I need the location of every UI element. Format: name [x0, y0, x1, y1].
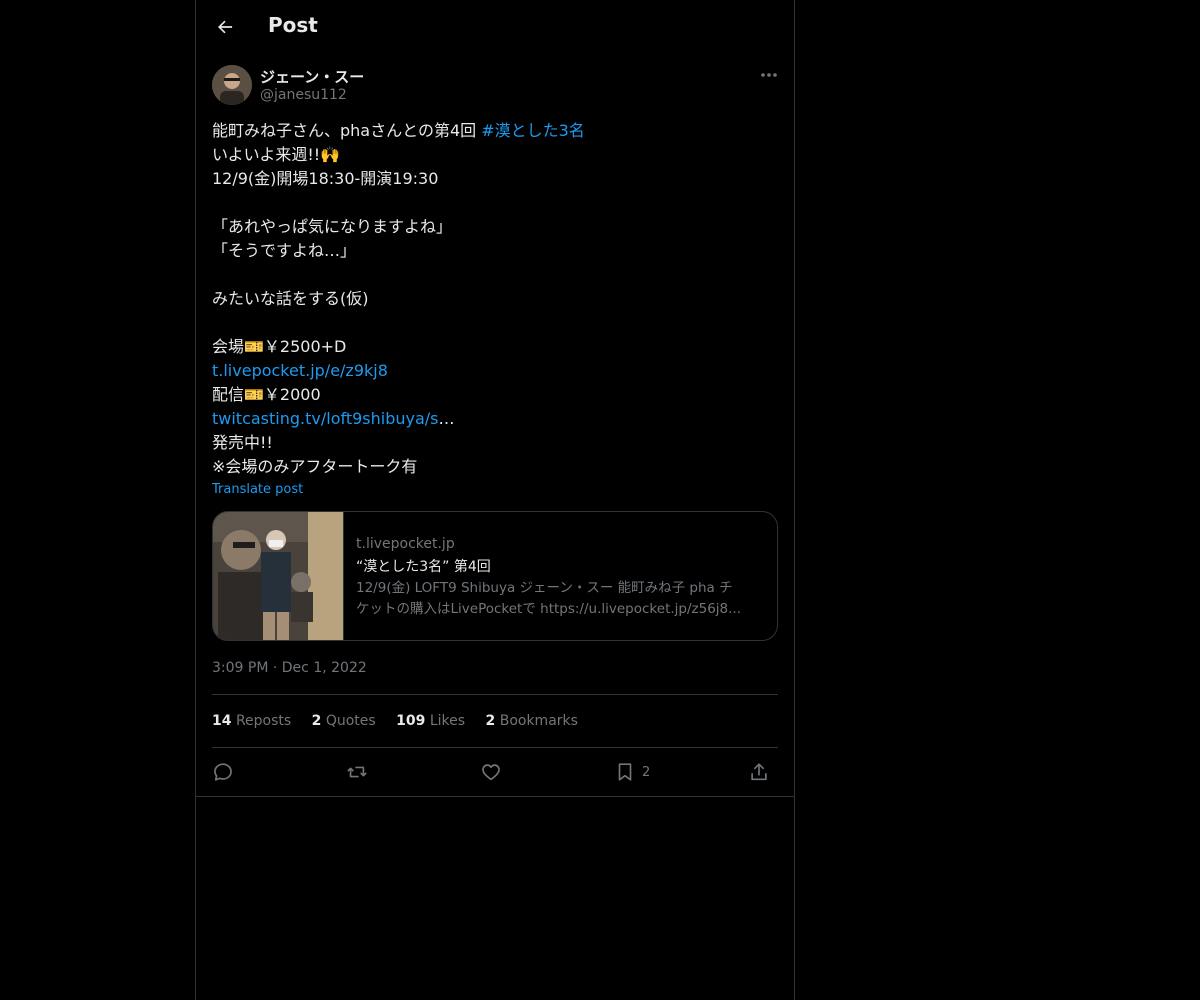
post-line: 会場🎫￥2500+D	[212, 337, 347, 356]
reposts-label: Reposts	[235, 713, 292, 729]
more-options-button[interactable]	[758, 64, 780, 86]
post-line: みたいな話をする(仮)	[212, 289, 369, 308]
divider	[212, 747, 778, 748]
repost-icon	[347, 766, 367, 778]
card-thumbnail	[213, 512, 344, 640]
hashtag-link[interactable]: #漠とした3名	[481, 121, 585, 140]
post-line: いよいよ来週!!🙌	[212, 145, 341, 164]
share-icon	[751, 763, 767, 781]
avatar[interactable]	[212, 65, 252, 105]
livepocket-link[interactable]: t.livepocket.jp/e/z9kj8	[212, 361, 388, 380]
post-text-segment: 能町みね子さん、phaさんとの第4回	[212, 121, 482, 140]
post-line: 発売中!!	[212, 433, 273, 452]
bookmarks-count: 2	[485, 713, 496, 729]
back-button[interactable]	[210, 12, 240, 42]
page-title: Post	[268, 13, 318, 37]
likes-label: Likes	[429, 713, 466, 729]
repost-button[interactable]	[346, 758, 368, 786]
quotes-stat[interactable]: 2 Quotes	[312, 713, 376, 729]
bookmark-icon	[618, 763, 632, 781]
header: Post	[196, 0, 794, 54]
quotes-label: Quotes	[325, 713, 376, 729]
quotes-count: 2	[311, 713, 322, 729]
likes-count: 109	[396, 713, 426, 729]
post-column: Post ジェーン・スー @janesu112 能町みね子さん、phaさんとの第…	[195, 0, 795, 1000]
post-line: 「そうですよね…」	[212, 241, 357, 260]
link-ellipsis: …	[438, 409, 455, 428]
like-button[interactable]	[480, 758, 502, 786]
author-handle[interactable]: @janesu112	[260, 87, 347, 103]
separator: ·	[272, 660, 278, 676]
bookmark-button[interactable]: 2	[614, 758, 650, 786]
card-description: 12/9(金) LOFT9 Shibuya ジェーン・スー 能町みね子 pha …	[356, 578, 768, 620]
avatar-photo	[212, 65, 252, 105]
twitcasting-link[interactable]: twitcasting.tv/loft9shibuya/s	[212, 409, 439, 428]
engagement-stats: 14 Reposts 2 Quotes 109 Likes 2 Bookmark…	[212, 713, 594, 729]
link-preview-card[interactable]: t.livepocket.jp “漠とした3名” 第4回 12/9(金) LOF…	[212, 511, 778, 641]
post-line: 能町みね子さん、phaさんとの第4回 #漠とした3名	[212, 119, 772, 143]
likes-stat[interactable]: 109 Likes	[396, 713, 465, 729]
author-display-name[interactable]: ジェーン・スー	[260, 66, 364, 87]
divider	[212, 694, 778, 695]
reply-button[interactable]	[212, 758, 234, 786]
post-date: Dec 1, 2022	[281, 660, 367, 676]
card-text: t.livepocket.jp “漠とした3名” 第4回 12/9(金) LOF…	[356, 536, 768, 620]
card-description-line: 12/9(金) LOFT9 Shibuya ジェーン・スー 能町みね子 pha …	[356, 580, 733, 596]
post-bottom-border	[196, 796, 794, 797]
post-line: 配信🎫￥2000	[212, 385, 321, 404]
bookmarks-label: Bookmarks	[499, 713, 578, 729]
reposts-count: 14	[212, 713, 232, 729]
translate-post-link[interactable]: Translate post	[212, 482, 303, 497]
card-domain: t.livepocket.jp	[356, 536, 455, 552]
heart-icon	[482, 764, 500, 781]
bookmarks-stat[interactable]: 2 Bookmarks	[486, 713, 578, 729]
card-title: “漠とした3名” 第4回	[356, 559, 491, 575]
action-bar: 2	[212, 758, 778, 786]
card-description-line: ケットの購入はLivePocketで https://u.livepocket.…	[356, 601, 741, 617]
arrow-left-icon	[218, 20, 233, 34]
post-line: 12/9(金)開場18:30-開演19:30	[212, 169, 439, 188]
bookmark-count: 2	[642, 764, 651, 780]
post-time: 3:09 PM	[212, 660, 269, 676]
post-line: ※会場のみアフタートーク有	[212, 457, 418, 476]
share-button[interactable]	[748, 758, 770, 786]
post-text: 能町みね子さん、phaさんとの第4回 #漠とした3名 いよいよ来週!!🙌 12/…	[212, 119, 772, 479]
reposts-stat[interactable]: 14 Reposts	[212, 713, 291, 729]
reply-icon	[214, 763, 232, 781]
post-line: 「あれやっぱ気になりますよね」	[212, 217, 453, 236]
post-timestamp[interactable]: 3:09 PM · Dec 1, 2022	[212, 660, 367, 676]
more-icon	[761, 73, 777, 77]
